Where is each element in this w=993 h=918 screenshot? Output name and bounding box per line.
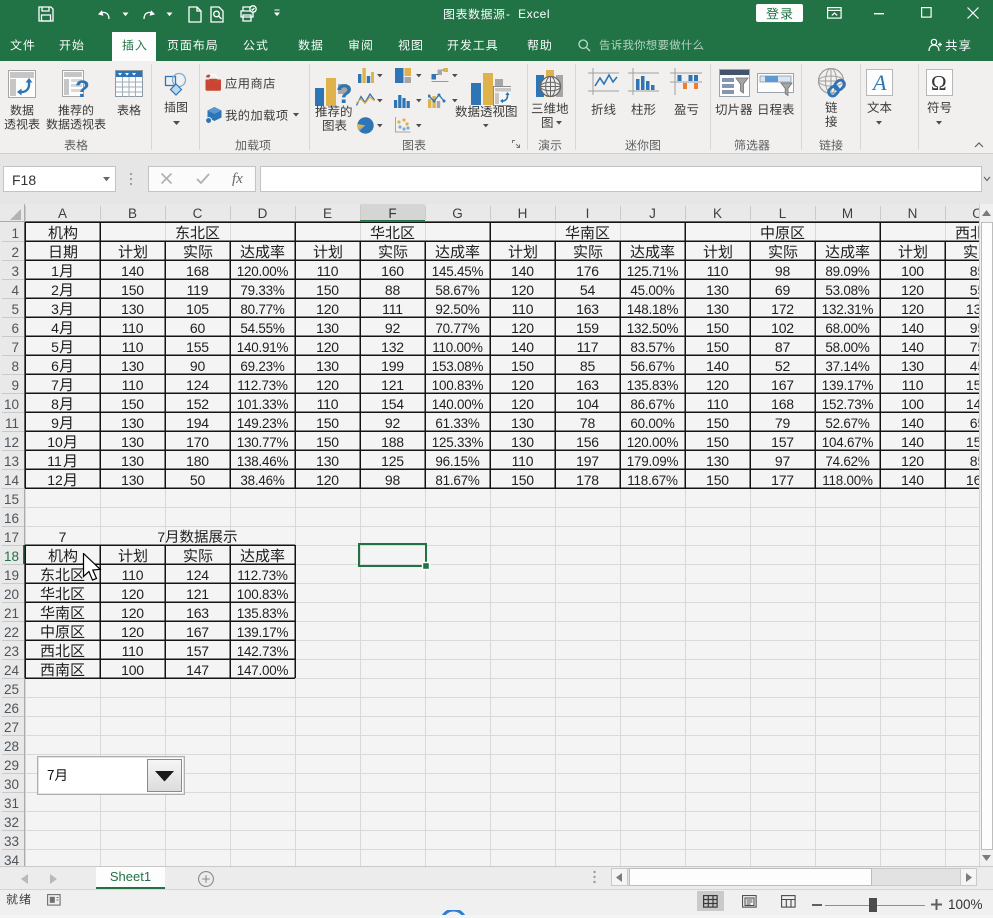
svg-text:A: A	[871, 70, 887, 95]
svg-text:Ω: Ω	[931, 71, 947, 95]
svg-text:?: ?	[336, 79, 353, 106]
svg-text:?: ?	[75, 76, 90, 98]
